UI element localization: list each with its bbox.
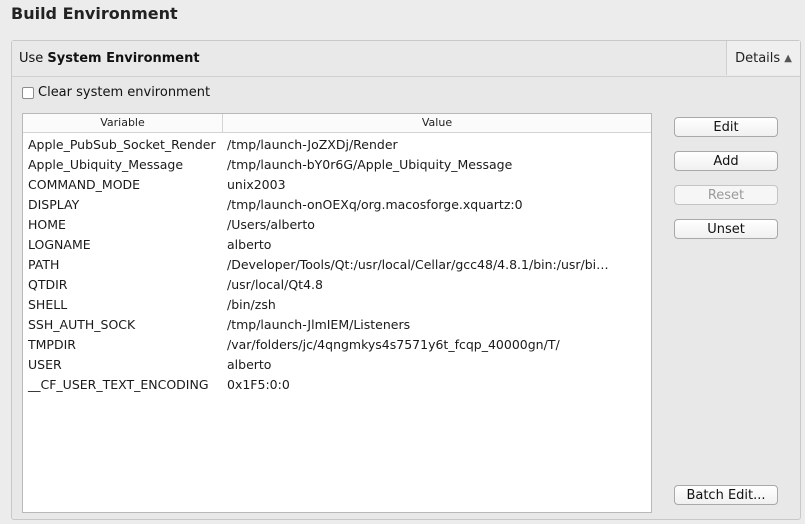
table-row[interactable]: Apple_Ubiquity_Message/tmp/launch-bY0r6G… (23, 155, 651, 175)
environment-table: Variable Value Apple_PubSub_Socket_Rende… (22, 113, 652, 513)
value-cell[interactable]: alberto (222, 355, 647, 375)
value-cell[interactable]: /usr/local/Qt4.8 (222, 275, 647, 295)
triangle-up-icon: ▲ (784, 52, 792, 64)
column-header-value[interactable]: Value (223, 114, 651, 132)
add-button[interactable]: Add (674, 151, 778, 171)
value-cell[interactable]: /tmp/launch-JoZXDj/Render (222, 135, 647, 155)
panel-header: Use System Environment Details ▲ (12, 41, 800, 77)
value-cell[interactable]: 0x1F5:0:0 (222, 375, 647, 395)
value-cell[interactable]: /Users/alberto (222, 215, 647, 235)
clear-environment-checkbox[interactable] (22, 86, 34, 99)
table-row[interactable]: HOME/Users/alberto (23, 215, 651, 235)
value-cell[interactable]: /var/folders/jc/4qngmkys4s7571y6t_fcqp_4… (222, 335, 647, 355)
page-title: Build Environment (11, 4, 178, 23)
details-toggle-button[interactable]: Details ▲ (726, 41, 800, 75)
variable-cell[interactable]: LOGNAME (23, 235, 222, 255)
table-body: Apple_PubSub_Socket_Render/tmp/launch-Jo… (23, 133, 651, 395)
table-row[interactable]: SHELL/bin/zsh (23, 295, 651, 315)
heading-prefix: Use (19, 51, 48, 66)
value-cell[interactable]: /bin/zsh (222, 295, 647, 315)
column-header-variable[interactable]: Variable (23, 114, 223, 132)
variable-cell[interactable]: HOME (23, 215, 222, 235)
variable-cell[interactable]: __CF_USER_TEXT_ENCODING (23, 375, 222, 395)
table-row[interactable]: Apple_PubSub_Socket_Render/tmp/launch-Jo… (23, 135, 651, 155)
environment-heading: Use System Environment (19, 51, 200, 66)
variable-cell[interactable]: Apple_PubSub_Socket_Render (23, 135, 222, 155)
table-row[interactable]: QTDIR/usr/local/Qt4.8 (23, 275, 651, 295)
environment-panel: Use System Environment Details ▲ Clear s… (11, 40, 801, 520)
clear-environment-label: Clear system environment (38, 85, 211, 100)
table-row[interactable]: PATH/Developer/Tools/Qt:/usr/local/Cella… (23, 255, 651, 275)
table-row[interactable]: DISPLAY/tmp/launch-onOEXq/org.macosforge… (23, 195, 651, 215)
edit-button[interactable]: Edit (674, 117, 778, 137)
clear-environment-row[interactable]: Clear system environment (22, 85, 210, 100)
value-cell[interactable]: /tmp/launch-onOEXq/org.macosforge.xquart… (222, 195, 647, 215)
value-cell[interactable]: /tmp/launch-JlmIEM/Listeners (222, 315, 647, 335)
table-row[interactable]: COMMAND_MODE unix2003 (23, 175, 651, 195)
variable-cell[interactable]: PATH (23, 255, 222, 275)
table-row[interactable]: USER alberto (23, 355, 651, 375)
variable-cell[interactable]: TMPDIR (23, 335, 222, 355)
batch-edit-button[interactable]: Batch Edit... (674, 485, 778, 505)
variable-cell[interactable]: QTDIR (23, 275, 222, 295)
table-row[interactable]: LOGNAME alberto (23, 235, 651, 255)
variable-cell[interactable]: DISPLAY (23, 195, 222, 215)
table-row[interactable]: TMPDIR/var/folders/jc/4qngmkys4s7571y6t_… (23, 335, 651, 355)
value-cell[interactable]: unix2003 (222, 175, 647, 195)
reset-button: Reset (674, 185, 778, 205)
details-label: Details (735, 50, 781, 66)
table-row[interactable]: SSH_AUTH_SOCK/tmp/launch-JlmIEM/Listener… (23, 315, 651, 335)
variable-cell[interactable]: COMMAND_MODE (23, 175, 222, 195)
variable-cell[interactable]: SHELL (23, 295, 222, 315)
value-cell[interactable]: /tmp/launch-bY0r6G/Apple_Ubiquity_Messag… (222, 155, 647, 175)
table-header: Variable Value (23, 114, 651, 133)
value-cell[interactable]: /Developer/Tools/Qt:/usr/local/Cellar/gc… (222, 255, 647, 275)
heading-bold: System Environment (47, 51, 200, 66)
table-row[interactable]: __CF_USER_TEXT_ENCODING 0x1F5:0:0 (23, 375, 651, 395)
variable-cell[interactable]: Apple_Ubiquity_Message (23, 155, 222, 175)
variable-cell[interactable]: USER (23, 355, 222, 375)
value-cell[interactable]: alberto (222, 235, 647, 255)
unset-button[interactable]: Unset (674, 219, 778, 239)
variable-cell[interactable]: SSH_AUTH_SOCK (23, 315, 222, 335)
